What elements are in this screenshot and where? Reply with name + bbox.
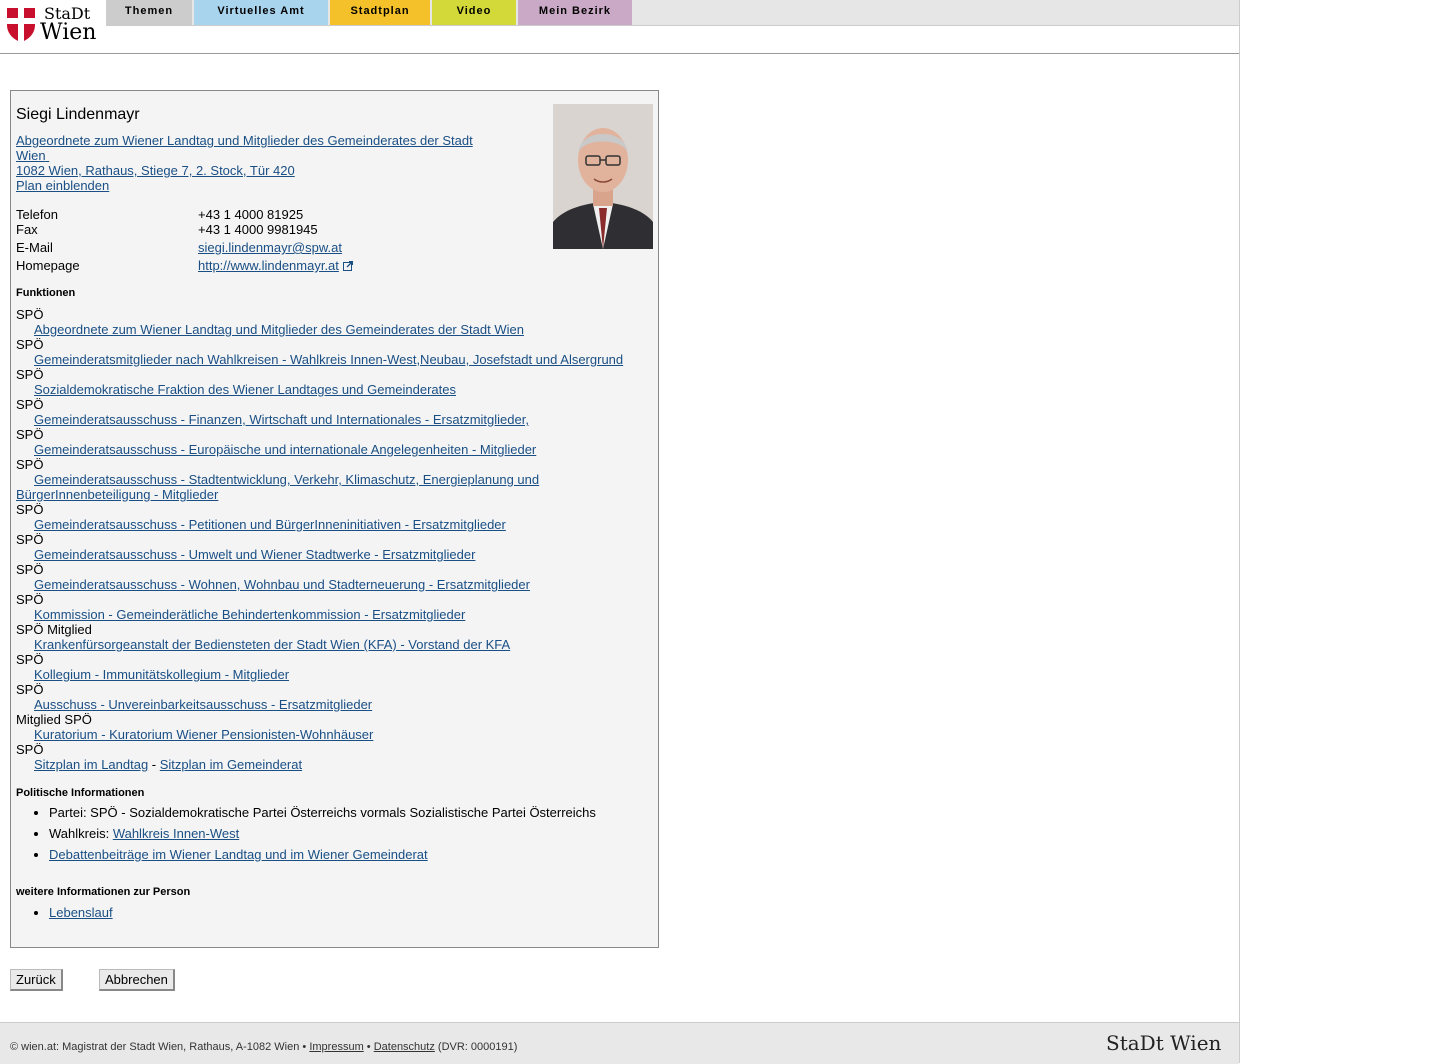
nav-tab-label: Stadtplan [350,5,410,17]
functions-heading: Funktionen [16,287,76,299]
function-party: SPÖ [16,652,44,667]
seat-plan-gemeinderat-link[interactable]: Sitzplan im Gemeinderat [160,757,302,772]
wien-shield-icon [7,8,35,42]
function-link[interactable]: Krankenfürsorgeanstalt der Bediensteten … [16,637,510,652]
cv-link[interactable]: Lebenslauf [49,905,113,920]
function-link[interactable]: Gemeinderatsausschuss - Finanzen, Wirtsc… [16,412,529,427]
political-info-list: Partei: SPÖ - Sozialdemokratische Partei… [16,805,596,868]
more-info-heading: weitere Informationen zur Person [16,886,191,898]
role-link-line1: Abgeordnete zum Wiener Landtag und Mitgl… [16,133,473,148]
nav-tab-virtuelles-amt[interactable]: Virtuelles Amt [194,0,328,25]
site-header: StaDt Wien Themen Virtuelles Amt Stadtpl… [0,0,1239,54]
function-link[interactable]: Gemeinderatsausschuss - Wohnen, Wohnbau … [16,577,530,592]
contact-row-email: E-Mail siegi.lindenmayr@spw.at [16,240,536,258]
function-party: SPÖ [16,457,44,472]
district-link[interactable]: Wahlkreis Innen-West [113,826,239,841]
phone-label: Telefon [16,207,58,222]
functions-list: SPÖ Abgeordnete zum Wiener Landtag und Mi… [16,307,646,772]
function-link[interactable]: Kommission - Gemeinderätliche Behinderte… [16,607,465,622]
stadt-wien-logo[interactable]: StaDt Wien [6,4,102,46]
function-link[interactable]: Ausschuss - Unvereinbarkeitsausschuss - … [16,697,372,712]
person-name: Siegi Lindenmayr [16,106,140,123]
fax-label: Fax [16,222,38,237]
function-link[interactable]: Kollegium - Immunitätskollegium - Mitgli… [16,667,289,682]
footer-logo[interactable]: StaDt Wien [1106,1031,1221,1055]
site-footer: © wien.at: Magistrat der Stadt Wien, Rat… [0,1022,1239,1064]
function-party: SPÖ [16,592,44,607]
function-party: SPÖ [16,397,44,412]
nav-tab-themen[interactable]: Themen [106,0,192,25]
political-info-heading: Politische Informationen [16,787,145,799]
function-link[interactable]: Gemeinderatsmitglieder nach Wahlkreisen … [16,352,623,367]
nav-tab-label: Mein Bezirk [538,5,612,17]
function-party: SPÖ [16,427,44,442]
person-card: Siegi Lindenmayr Abgeordnete zum Wiener … [10,90,659,948]
nav-tab-label: Virtuelles Amt [217,5,305,17]
district-info-item: Wahlkreis: Wahlkreis Innen-West [49,826,596,841]
seat-plan-landtag-link[interactable]: Sitzplan im Landtag [34,757,148,772]
email-link[interactable]: siegi.lindenmayr@spw.at [198,240,342,255]
function-party: SPÖ [16,562,44,577]
cancel-button[interactable]: Abbrechen [99,969,175,991]
address-text: 1082 Wien, Rathaus, Stiege 7, 2. Stock, … [16,163,295,178]
datenschutz-link[interactable]: Datenschutz [374,1041,435,1053]
fax-value: +43 1 4000 9981945 [198,222,318,237]
contact-table: Telefon +43 1 4000 81925 Fax +43 1 4000 … [16,207,536,274]
function-link[interactable]: Gemeinderatsausschuss - Europäische und … [16,442,536,457]
person-photo [553,104,653,249]
map-link[interactable]: Plan einblenden [16,178,109,193]
role-link-line2: Wien [16,148,46,163]
function-party: SPÖ [16,742,44,757]
page: StaDt Wien Themen Virtuelles Amt Stadtpl… [0,0,1240,1064]
more-info-list: Lebenslauf [16,905,113,920]
role-link[interactable]: Abgeordnete zum Wiener Landtag und Mitgl… [16,133,473,178]
debate-link[interactable]: Debattenbeiträge im Wiener Landtag und i… [49,847,428,862]
nav-tab-label: Video [456,5,492,17]
nav-tab-video[interactable]: Video [432,0,516,25]
function-party: SPÖ [16,337,44,352]
function-link[interactable]: Kuratorium - Kuratorium Wiener Pensionis… [16,727,373,742]
back-button[interactable]: Zurück [10,969,63,991]
impressum-link[interactable]: Impressum [309,1041,363,1053]
nav-tab-label: Themen [124,5,174,17]
contact-row-homepage: Homepage http://www.lindenmayr.at [16,258,536,274]
footer-separator: • [363,1041,374,1053]
address-block: Abgeordnete zum Wiener Landtag und Mitgl… [16,133,486,193]
function-party: Mitglied SPÖ [16,712,92,727]
nav-tab-mein-bezirk[interactable]: Mein Bezirk [518,0,632,25]
function-link[interactable]: Gemeinderatsausschuss - Umwelt und Wiene… [16,547,475,562]
function-party: SPÖ [16,682,44,697]
seat-plan-separator: - [148,757,160,772]
email-label: E-Mail [16,240,53,255]
homepage-label: Homepage [16,258,80,273]
dvr-text: (DVR: 0000191) [434,1041,518,1053]
function-link-text: Gemeinderatsausschuss - Stadtentwicklung… [16,472,540,502]
function-party: SPÖ [16,502,44,517]
district-label: Wahlkreis: [49,826,113,841]
function-party: SPÖ [16,532,44,547]
copyright-text: © wien.at: Magistrat der Stadt Wien, Rat… [10,1041,310,1053]
party-info-item: Partei: SPÖ - Sozialdemokratische Partei… [49,805,596,820]
external-link-icon [342,261,353,271]
footer-text: © wien.at: Magistrat der Stadt Wien, Rat… [10,1041,517,1053]
function-party: SPÖ Mitglied [16,622,92,637]
function-link[interactable]: Gemeinderatsausschuss - Petitionen und B… [16,517,506,532]
debate-info-item: Debattenbeiträge im Wiener Landtag und i… [49,847,596,862]
nav-tab-stadtplan[interactable]: Stadtplan [330,0,430,25]
main-nav: Themen Virtuelles Amt Stadtplan Video Me… [106,0,1239,26]
contact-row-phone: Telefon +43 1 4000 81925 [16,207,536,222]
logo-text-bottom: Wien [40,20,97,45]
portrait-image [553,104,653,249]
contact-row-fax: Fax +43 1 4000 9981945 [16,222,536,240]
cv-item: Lebenslauf [49,905,113,920]
homepage-link[interactable]: http://www.lindenmayr.at [198,258,339,273]
phone-value: +43 1 4000 81925 [198,207,304,222]
function-link[interactable]: Sozialdemokratische Fraktion des Wiener … [16,382,456,397]
function-link[interactable]: Gemeinderatsausschuss - Stadtentwicklung… [16,472,539,502]
function-party: SPÖ [16,307,44,322]
function-link[interactable]: Abgeordnete zum Wiener Landtag und Mitgl… [16,322,524,337]
party-text: Partei: SPÖ - Sozialdemokratische Partei… [49,805,596,820]
function-party: SPÖ [16,367,44,382]
